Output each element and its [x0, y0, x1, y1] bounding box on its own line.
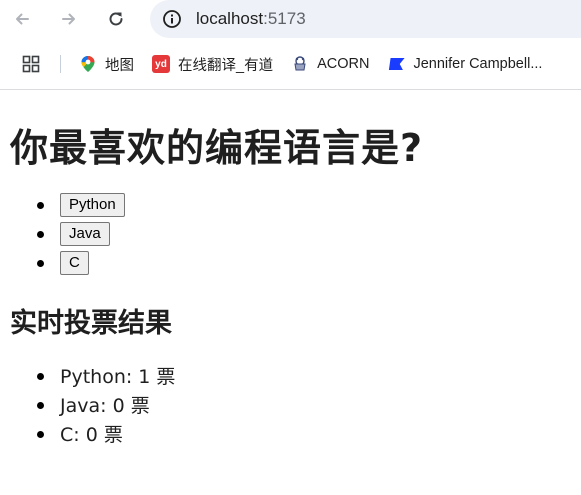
- bookmarks-separator: [60, 55, 61, 73]
- bookmark-label: 地图: [105, 57, 134, 74]
- reload-button[interactable]: [104, 7, 128, 31]
- back-button[interactable]: [10, 7, 34, 31]
- result-c: C: 0 票: [37, 419, 581, 448]
- vote-options-list: Python Java C: [10, 190, 581, 277]
- list-item: Java: [37, 219, 581, 248]
- info-icon[interactable]: [162, 9, 182, 29]
- arrow-left-icon: [16, 13, 29, 25]
- results-title: 实时投票结果: [10, 308, 172, 339]
- url-text: localhost:5173: [196, 9, 306, 29]
- vote-results-list: Python: 1 票 Java: 0 票 C: 0 票: [10, 361, 581, 448]
- bookmark-jennifer-campbell[interactable]: Jennifer Campbell...: [387, 55, 542, 73]
- bookmark-label: Jennifer Campbell...: [413, 56, 543, 72]
- list-item: Python: [37, 190, 581, 219]
- bookmark-youdao[interactable]: yd 在线翻译_有道: [152, 54, 273, 75]
- bookmark-acorn[interactable]: ACORN: [291, 55, 369, 73]
- flag-icon: [389, 58, 406, 70]
- list-item: C: [37, 248, 581, 277]
- url-port: :5173: [263, 9, 306, 28]
- bookmarks-bar: 地图 yd 在线翻译_有道 ACORN Jennifer Campbell...: [0, 46, 581, 82]
- bookmark-label: ACORN: [317, 56, 370, 72]
- url-host: localhost: [196, 9, 264, 28]
- bookmark-maps[interactable]: 地图: [79, 54, 134, 75]
- vote-java-button[interactable]: Java: [60, 221, 110, 246]
- arrow-right-icon: [62, 13, 75, 25]
- address-bar[interactable]: localhost:5173: [150, 0, 581, 38]
- page-title: 你最喜欢的编程语言是?: [10, 126, 424, 170]
- result-python: Python: 1 票: [37, 361, 581, 390]
- bookmark-label: 在线翻译_有道: [178, 57, 274, 74]
- youdao-icon: yd: [152, 55, 170, 73]
- acorn-icon: [294, 56, 306, 71]
- youdao-icon-text: yd: [155, 58, 167, 70]
- page-content: 你最喜欢的编程语言是? Python Java C 实时投票结果 Python:…: [0, 90, 581, 448]
- forward-button[interactable]: [57, 7, 81, 31]
- reload-icon: [109, 12, 123, 26]
- result-java: Java: 0 票: [37, 390, 581, 419]
- maps-pin-icon: [81, 56, 95, 72]
- vote-python-button[interactable]: Python: [60, 192, 125, 217]
- apps-grid-icon[interactable]: [22, 55, 40, 73]
- vote-c-button[interactable]: C: [60, 250, 89, 275]
